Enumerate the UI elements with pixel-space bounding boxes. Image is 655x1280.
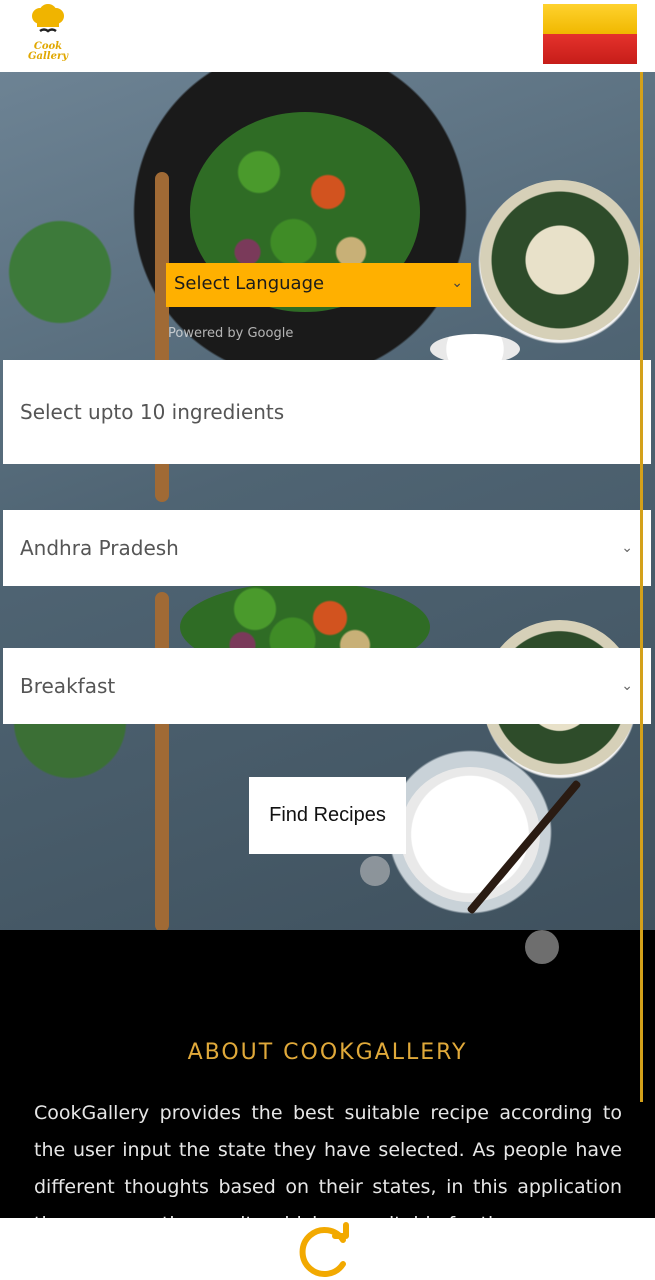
chevron-down-icon: ⌄ — [451, 275, 463, 291]
scrollbar[interactable] — [640, 72, 643, 1102]
wooden-spoon-image-2 — [155, 592, 169, 930]
state-select[interactable]: Andhra Pradesh ⌄ — [3, 510, 651, 586]
soup-bowl-image — [480, 180, 640, 340]
chevron-down-icon: ⌄ — [621, 540, 633, 556]
ingredients-placeholder: Select upto 10 ingredients — [20, 400, 285, 424]
rice-bowl-image — [400, 767, 540, 902]
chef-hat-icon — [32, 4, 64, 33]
header: Cook Gallery — [0, 0, 655, 72]
state-select-value: Andhra Pradesh — [20, 536, 179, 560]
about-title: ABOUT COOKGALLERY — [187, 1040, 468, 1065]
touch-indicator — [525, 930, 559, 964]
meal-type-select-value: Breakfast — [20, 674, 116, 698]
powered-by-google: Powered by Google — [168, 326, 294, 341]
karnataka-flag-icon[interactable] — [543, 4, 637, 64]
logo-text-gallery: Gallery — [27, 51, 69, 62]
language-select[interactable]: Select Language ⌄ — [166, 263, 471, 307]
find-recipes-button[interactable]: Find Recipes — [249, 777, 406, 854]
language-select-label: Select Language — [174, 273, 325, 294]
about-text: CookGallery provides the best suitable r… — [34, 1102, 622, 1220]
refresh-icon[interactable] — [297, 1222, 355, 1280]
chevron-down-icon: ⌄ — [621, 678, 633, 694]
cookgallery-logo[interactable]: Cook Gallery — [18, 4, 78, 66]
ingredients-input[interactable]: Select upto 10 ingredients — [3, 360, 651, 464]
touch-indicator — [360, 856, 390, 886]
meal-type-select[interactable]: Breakfast ⌄ — [3, 648, 651, 724]
